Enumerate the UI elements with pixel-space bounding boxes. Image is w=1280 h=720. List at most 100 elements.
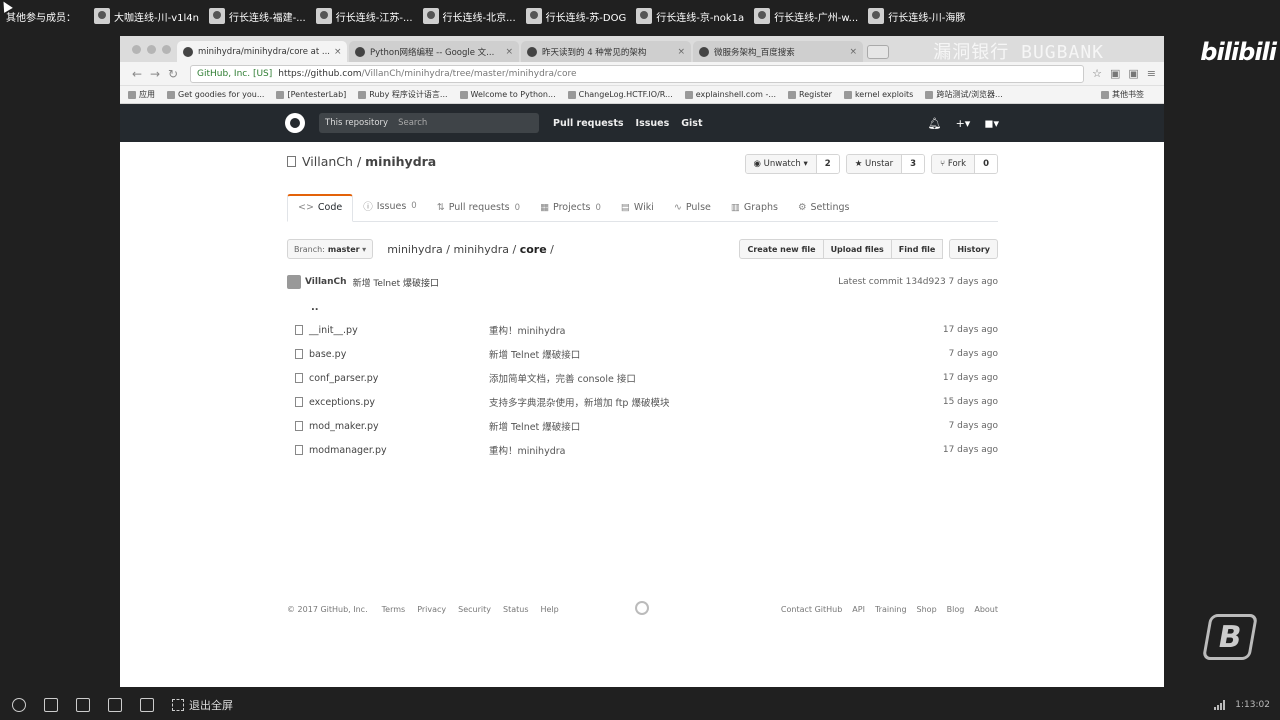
branch-selector[interactable]: Branch: master ▾	[287, 239, 374, 259]
exit-fullscreen-button[interactable]: 退出全屏	[172, 697, 233, 713]
tab-settings[interactable]: ⚙ Settings	[788, 202, 860, 221]
find-file-button[interactable]: Find file	[890, 239, 944, 259]
bookmark[interactable]: Get goodies for you...	[167, 90, 264, 99]
browser-tab[interactable]: 微服务架构_百度搜索 ×	[693, 41, 863, 62]
footer-link-contact[interactable]: Contact GitHub	[781, 605, 842, 614]
footer-link-status[interactable]: Status	[503, 605, 529, 614]
file-name-link[interactable]: __init__.py	[309, 325, 489, 336]
close-tab-icon[interactable]: ×	[330, 47, 342, 57]
extension-icon[interactable]: ▣	[1110, 67, 1120, 80]
footer-link-blog[interactable]: Blog	[947, 605, 965, 614]
browser-tab-active[interactable]: minihydra/minihydra/core at ... ×	[177, 41, 347, 62]
participant[interactable]: 行长连线-苏-DOG	[525, 8, 626, 24]
history-button[interactable]: History	[949, 239, 998, 259]
participant[interactable]: 行长连线-川-海豚	[868, 8, 965, 24]
extension-icon[interactable]: ▣	[1128, 67, 1138, 80]
tab-projects[interactable]: ▦ Projects 0	[530, 202, 611, 221]
footer-link-about[interactable]: About	[974, 605, 998, 614]
minimize-window-button[interactable]	[147, 44, 156, 54]
new-tab-button[interactable]	[867, 45, 889, 59]
screen-share-icon[interactable]	[108, 698, 122, 712]
forward-icon[interactable]: →	[146, 67, 164, 81]
browser-tab[interactable]: Python网络编程 -- Google 文... ×	[349, 41, 519, 62]
close-tab-icon[interactable]: ×	[501, 47, 513, 57]
participant[interactable]: 行长连线-北京...	[422, 8, 516, 24]
file-name-link[interactable]: conf_parser.py	[309, 373, 489, 384]
tab-pulse[interactable]: ∿ Pulse	[664, 202, 721, 221]
footer-link-training[interactable]: Training	[875, 605, 907, 614]
participant[interactable]: 行长连线-京-nok1a	[636, 8, 744, 24]
star-icon[interactable]: ☆	[1092, 67, 1102, 80]
other-bookmarks[interactable]: 其他书签	[1101, 89, 1144, 100]
bookmark[interactable]: kernel exploits	[843, 90, 913, 99]
url-input[interactable]: GitHub, Inc. [US] https://github.com/Vil…	[190, 64, 1085, 83]
tab-issues[interactable]: ⓘ Issues 0	[353, 199, 426, 221]
participant[interactable]: 大咖连线-川-v1l4n	[94, 8, 199, 24]
browser-tab[interactable]: 昨天读到的 4 种常见的架构 ×	[521, 41, 691, 62]
create-new-plus-icon[interactable]: +▾	[956, 117, 971, 130]
github-mark-icon[interactable]	[635, 601, 649, 615]
repo-owner-link[interactable]: VillanCh	[302, 154, 353, 169]
camera-off-icon[interactable]	[76, 698, 90, 712]
breadcrumb-link[interactable]: minihydra	[453, 243, 509, 256]
unstar-button[interactable]: ★ Unstar 3	[845, 154, 926, 174]
file-name-link[interactable]: base.py	[309, 349, 489, 360]
commit-author[interactable]: VillanCh	[305, 277, 347, 287]
back-icon[interactable]: ←	[128, 67, 146, 81]
file-commit-message[interactable]: 添加简单文档，完善 console 接口	[489, 371, 943, 385]
github-logo-icon[interactable]	[285, 113, 305, 133]
footer-link-shop[interactable]: Shop	[917, 605, 937, 614]
file-name-link[interactable]: modmanager.py	[309, 445, 489, 456]
watch-count[interactable]: 2	[816, 155, 839, 173]
zoom-window-button[interactable]	[162, 44, 171, 54]
close-window-button[interactable]	[132, 44, 141, 54]
nav-gist[interactable]: Gist	[681, 118, 702, 129]
participant[interactable]: 行长连线-福建-...	[208, 8, 306, 24]
footer-link-privacy[interactable]: Privacy	[417, 605, 446, 614]
reload-icon[interactable]: ↻	[164, 67, 182, 81]
tab-wiki[interactable]: ▤ Wiki	[611, 202, 664, 221]
notifications-bell-icon[interactable]: 🔔︎	[928, 117, 942, 130]
create-new-file-button[interactable]: Create new file	[739, 239, 824, 259]
file-commit-message[interactable]: 新增 Telnet 爆破接口	[489, 347, 949, 361]
star-count[interactable]: 3	[902, 155, 925, 173]
bookmark[interactable]: ChangeLog.HCTF.IO/R...	[567, 90, 673, 99]
user-avatar-menu-icon[interactable]: ◼▾	[984, 117, 999, 130]
participant[interactable]: 行长连线-广州-w...	[754, 8, 858, 24]
unwatch-button[interactable]: ◉ Unwatch ▾ 2	[744, 154, 840, 174]
fork-count[interactable]: 0	[975, 155, 997, 173]
bookmark[interactable]: explainshell.com -...	[684, 90, 776, 99]
file-commit-message[interactable]: 重构！minihydra	[489, 443, 943, 457]
participant[interactable]: 行长连线-江苏-...	[315, 8, 413, 24]
tab-pull-requests[interactable]: ⇅ Pull requests 0	[427, 202, 530, 221]
avatar[interactable]	[287, 275, 301, 289]
bookmark[interactable]: Ruby 程序设计语言...	[358, 89, 448, 100]
commit-message[interactable]: 新增 Telnet 爆破接口	[353, 276, 440, 289]
bookmark[interactable]: Welcome to Python...	[459, 90, 556, 99]
footer-link-security[interactable]: Security	[458, 605, 491, 614]
document-icon[interactable]	[140, 698, 154, 712]
footer-link-terms[interactable]: Terms	[382, 605, 406, 614]
nav-issues[interactable]: Issues	[636, 118, 670, 129]
fork-button[interactable]: ⑂ Fork 0	[931, 154, 998, 174]
close-tab-icon[interactable]: ×	[845, 47, 857, 57]
file-commit-message[interactable]: 支持多字典混杂使用，新增加 ftp 爆破模块	[489, 395, 943, 409]
menu-icon[interactable]: ≡	[1147, 67, 1156, 80]
tab-graphs[interactable]: ▥ Graphs	[721, 202, 788, 221]
nav-pull-requests[interactable]: Pull requests	[553, 118, 624, 129]
bookmark[interactable]: Register	[788, 90, 832, 99]
mic-off-icon[interactable]	[12, 698, 26, 712]
tab-code[interactable]: <> Code	[287, 194, 354, 222]
file-commit-message[interactable]: 重构！minihydra	[489, 323, 943, 337]
repo-name-link[interactable]: minihydra	[365, 154, 436, 169]
parent-directory-link[interactable]: ..	[287, 296, 998, 318]
file-name-link[interactable]: mod_maker.py	[309, 421, 489, 432]
breadcrumb-link[interactable]: minihydra	[387, 243, 443, 256]
footer-link-help[interactable]: Help	[541, 605, 559, 614]
speaker-icon[interactable]	[44, 698, 58, 712]
bookmark[interactable]: 跨站测试/浏览器...	[925, 89, 1003, 100]
footer-link-api[interactable]: API	[852, 605, 865, 614]
close-tab-icon[interactable]: ×	[673, 47, 685, 57]
bookmark[interactable]: [PentesterLab]	[276, 90, 346, 99]
bookmark[interactable]: 应用	[128, 89, 155, 100]
